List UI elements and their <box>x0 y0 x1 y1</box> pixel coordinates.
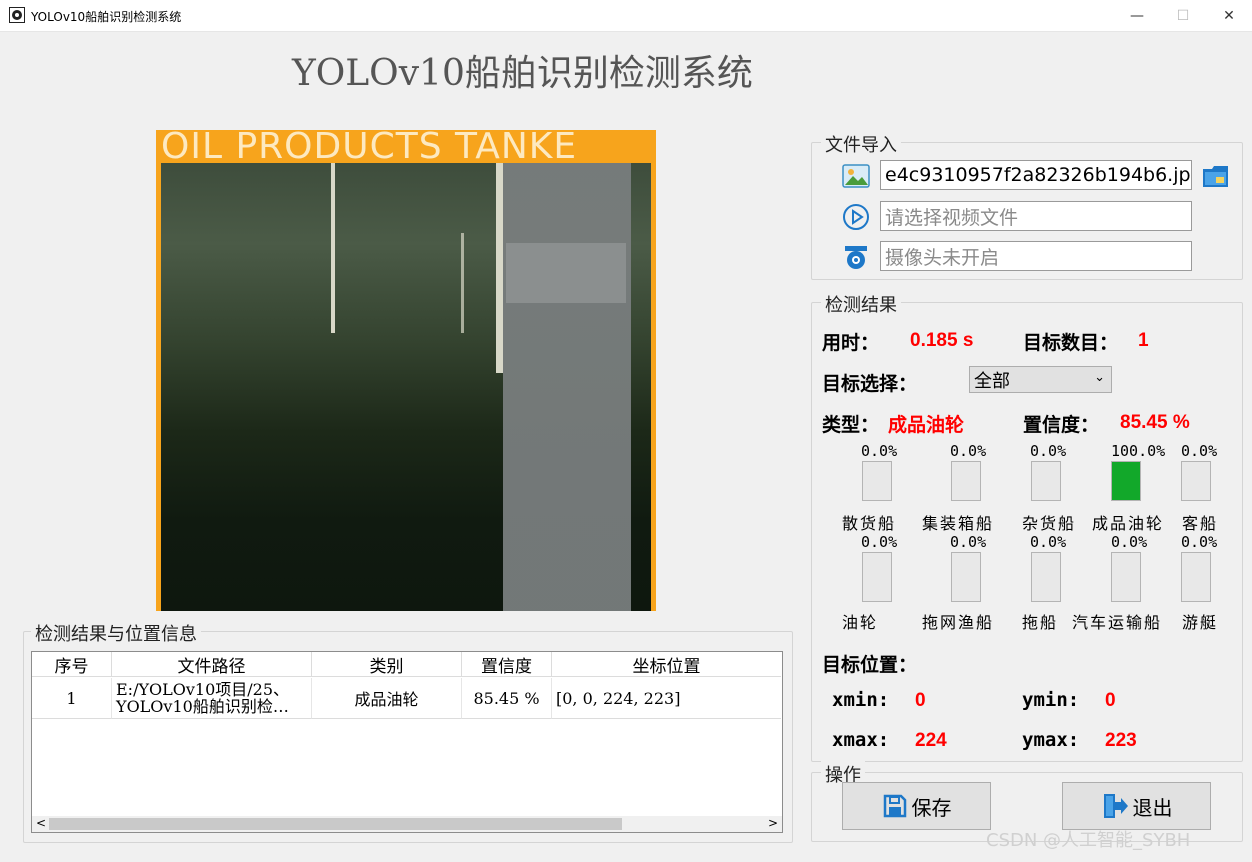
image-path-field[interactable]: e4c9310957f2a82326b194b6.jpg <box>880 160 1192 190</box>
video-placeholder: 请选择视频文件 <box>885 206 1019 229</box>
col-header-coords[interactable]: 坐标位置 <box>552 652 781 677</box>
prob-pct: 0.0% <box>1030 533 1067 551</box>
horizontal-scrollbar[interactable]: < > <box>32 816 782 832</box>
image-preview: OIL PRODUCTS TANKE <box>156 130 656 611</box>
prob-label: 游艇 <box>1182 613 1219 632</box>
file-import-group-title: 文件导入 <box>821 131 901 157</box>
col-header-index[interactable]: 序号 <box>32 652 112 677</box>
prob-bar <box>1181 552 1211 602</box>
prob-bar <box>951 461 981 501</box>
maximize-button[interactable]: ☐ <box>1160 0 1206 31</box>
close-button[interactable]: ✕ <box>1206 0 1252 31</box>
prob-pct: 0.0% <box>1030 442 1067 460</box>
type-value: 成品油轮 <box>888 414 965 436</box>
ymin-value: 0 <box>1105 690 1116 711</box>
prob-label: 汽车运输船 <box>1072 613 1163 632</box>
cell-path-line2: YOLOv10船舶识别检… <box>116 697 289 716</box>
prob-pct: 0.0% <box>950 442 987 460</box>
save-icon <box>882 793 908 819</box>
prob-pct: 0.0% <box>1181 533 1218 551</box>
save-button[interactable]: 保存 <box>842 782 991 830</box>
class-prob-row-2: 0.0% 油轮 0.0% 拖网渔船 0.0% 拖船 0.0% 汽车运输船 0.0… <box>822 531 1232 632</box>
col-header-category[interactable]: 类别 <box>312 652 462 677</box>
type-label: 类型： <box>822 414 880 436</box>
count-value: 1 <box>1138 330 1149 351</box>
prob-bar <box>1111 552 1141 602</box>
cell-index: 1 <box>32 678 112 719</box>
target-select-dropdown[interactable]: 全部 ⌄ <box>969 366 1112 393</box>
prob-pct: 0.0% <box>1181 442 1218 460</box>
cell-confidence: 85.45 % <box>462 678 552 719</box>
scroll-right-arrow[interactable]: > <box>768 816 778 830</box>
ymax-label: ymax: <box>1022 729 1080 751</box>
detection-group-title: 检测结果 <box>821 291 901 317</box>
prob-pct: 0.0% <box>950 533 987 551</box>
page-title: YOLOv10船舶识别检测系统 <box>292 53 753 94</box>
prob-bar <box>862 461 892 501</box>
scroll-left-arrow[interactable]: < <box>36 816 46 830</box>
app-icon <box>9 7 25 23</box>
cell-coords: [0, 0, 224, 223] <box>552 678 781 719</box>
time-value: 0.185 s <box>910 330 974 351</box>
time-label: 用时： <box>822 332 880 354</box>
prob-label: 拖网渔船 <box>922 613 995 632</box>
results-table[interactable]: 序号 文件路径 类别 置信度 坐标位置 1 E:/YOLOv10项目/25、 Y… <box>31 651 783 833</box>
exit-button[interactable]: 退出 <box>1062 782 1211 830</box>
exit-icon <box>1101 792 1129 820</box>
xmin-label: xmin: <box>832 689 890 711</box>
confidence-value: 85.45 % <box>1120 412 1190 433</box>
chevron-down-icon: ⌄ <box>1094 370 1105 385</box>
image-file-icon[interactable] <box>842 162 870 190</box>
target-select-label: 目标选择： <box>822 373 918 395</box>
cell-path: E:/YOLOv10项目/25、 YOLOv10船舶识别检… <box>112 678 312 719</box>
prob-pct: 0.0% <box>861 442 898 460</box>
prob-label: 拖船 <box>1022 613 1059 632</box>
camera-icon[interactable] <box>842 243 870 271</box>
position-label: 目标位置： <box>822 654 918 676</box>
prob-pct: 100.0% <box>1111 442 1166 460</box>
col-header-confidence[interactable]: 置信度 <box>462 652 552 677</box>
confidence-label: 置信度： <box>1023 414 1100 436</box>
class-prob-row-1: 0.0% 散货船 0.0% 集装箱船 0.0% 杂货船 100.0% 成品油轮 … <box>822 440 1232 533</box>
prob-bar <box>1111 461 1141 501</box>
video-play-icon[interactable] <box>842 203 870 231</box>
ship-image <box>161 163 651 611</box>
xmin-value: 0 <box>915 690 926 711</box>
camera-placeholder: 摄像头未开启 <box>885 246 1000 269</box>
results-table-group-title: 检测结果与位置信息 <box>31 620 201 646</box>
video-path-field[interactable]: 请选择视频文件 <box>880 201 1192 231</box>
xmax-value: 224 <box>915 730 947 751</box>
prob-bar <box>1031 552 1061 602</box>
exit-button-label: 退出 <box>1132 795 1173 820</box>
save-button-label: 保存 <box>911 795 952 820</box>
ymax-value: 223 <box>1105 730 1137 751</box>
prob-label: 油轮 <box>842 613 879 632</box>
xmax-label: xmax: <box>832 729 890 751</box>
prob-bar <box>1031 461 1061 501</box>
camera-status-field[interactable]: 摄像头未开启 <box>880 241 1192 271</box>
ymin-label: ymin: <box>1022 689 1080 711</box>
prob-bar <box>1181 461 1211 501</box>
minimize-button[interactable]: — <box>1114 0 1160 31</box>
target-select-value: 全部 <box>974 370 1010 392</box>
window-titlebar <box>0 0 1252 32</box>
prob-bar <box>951 552 981 602</box>
window-title: YOLOv10船舶识别检测系统 <box>31 10 182 24</box>
prob-pct: 0.0% <box>1111 533 1148 551</box>
prob-pct: 0.0% <box>861 533 898 551</box>
open-folder-icon[interactable] <box>1201 161 1231 191</box>
cell-path-line1: E:/YOLOv10项目/25、 <box>116 680 290 699</box>
cell-category: 成品油轮 <box>312 678 462 719</box>
col-header-path[interactable]: 文件路径 <box>112 652 312 677</box>
prob-bar <box>862 552 892 602</box>
scrollbar-thumb[interactable] <box>49 818 622 830</box>
watermark: CSDN @人工智能_SYBH <box>986 830 1191 851</box>
count-label: 目标数目： <box>1023 332 1119 354</box>
preview-banner-text: OIL PRODUCTS TANKE <box>161 130 578 167</box>
